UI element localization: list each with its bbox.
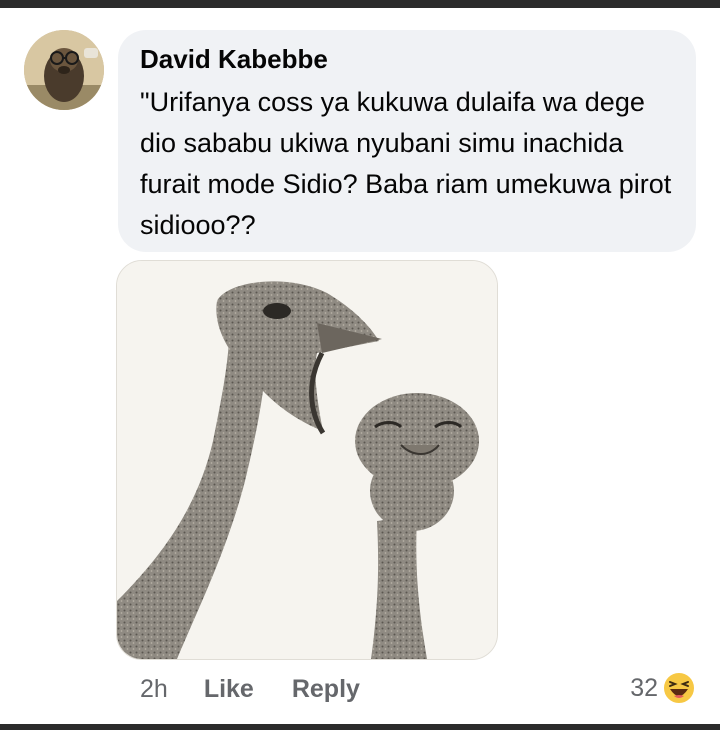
like-button[interactable]: Like bbox=[204, 675, 254, 704]
comment-actions: 2h Like Reply bbox=[140, 672, 398, 706]
reply-button[interactable]: Reply bbox=[292, 675, 360, 704]
ostrich-meme-illustration bbox=[117, 261, 497, 659]
haha-laughing-emoji-icon bbox=[662, 671, 696, 705]
comment-text: "Urifanya coss ya kukuwa dulaifa wa dege… bbox=[140, 87, 672, 240]
comment-bubble: David Kabebbe "Urifanya coss ya kukuwa d… bbox=[118, 30, 696, 252]
reaction-summary[interactable]: 32 bbox=[630, 670, 696, 706]
avatar[interactable] bbox=[24, 30, 104, 110]
top-frame-bar bbox=[0, 0, 720, 8]
reaction-count: 32 bbox=[630, 673, 658, 702]
bottom-frame-bar bbox=[0, 724, 720, 730]
comment-timestamp[interactable]: 2h bbox=[140, 675, 168, 704]
comment-image-ostriches[interactable] bbox=[116, 260, 498, 660]
avatar-image bbox=[24, 30, 104, 110]
comment-author[interactable]: David Kabebbe bbox=[140, 44, 328, 75]
